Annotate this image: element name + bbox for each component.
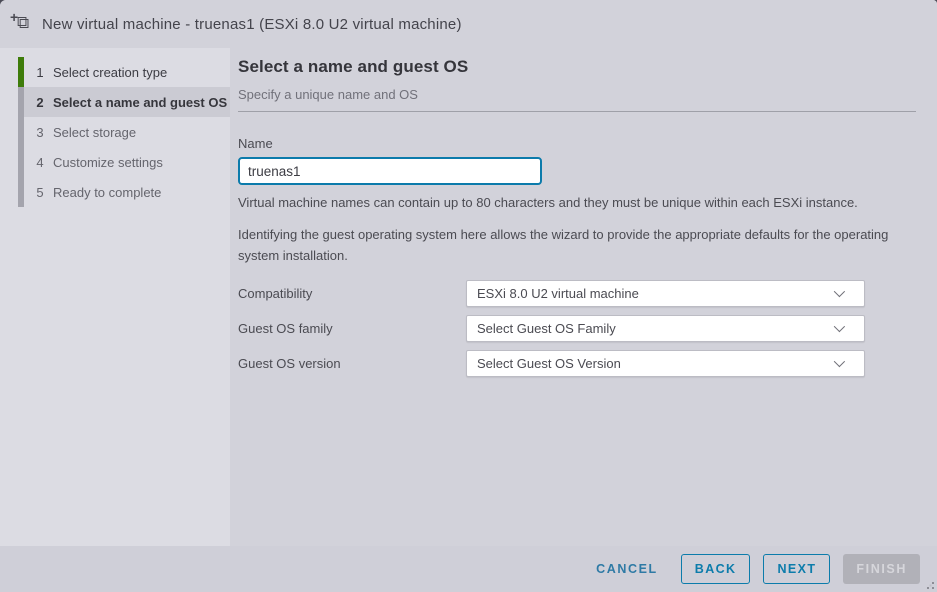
step-customize-settings[interactable]: 4 Customize settings: [18, 147, 230, 177]
compatibility-selected-value: ESXi 8.0 U2 virtual machine: [477, 286, 834, 301]
name-help-text: Virtual machine names can contain up to …: [238, 195, 916, 210]
name-field-label: Name: [238, 136, 916, 151]
step-label: Customize settings: [53, 155, 163, 170]
step-ready-to-complete[interactable]: 5 Ready to complete: [18, 177, 230, 207]
back-button[interactable]: BACK: [681, 554, 751, 584]
chevron-down-icon: [834, 286, 845, 297]
compatibility-label: Compatibility: [238, 286, 466, 301]
guest-os-family-select[interactable]: Select Guest OS Family: [466, 315, 865, 342]
new-vm-icon-boxes: ⧉: [17, 14, 29, 31]
guest-os-family-label: Guest OS family: [238, 321, 466, 336]
guest-os-version-row: Guest OS version Select Guest OS Version: [238, 350, 916, 377]
step-number: 5: [30, 185, 50, 200]
guest-os-family-selected-value: Select Guest OS Family: [477, 321, 834, 336]
chevron-down-icon: [834, 321, 845, 332]
page-subtitle: Specify a unique name and OS: [238, 87, 916, 102]
header-divider: [238, 111, 916, 112]
new-vm-icon: + ⧉: [10, 13, 36, 35]
new-vm-wizard-dialog: + ⧉ New virtual machine - truenas1 (ESXi…: [0, 0, 937, 592]
compatibility-select[interactable]: ESXi 8.0 U2 virtual machine: [466, 280, 865, 307]
step-select-name-guest-os[interactable]: 2 Select a name and guest OS: [18, 87, 230, 117]
next-button[interactable]: NEXT: [763, 554, 830, 584]
guest-os-version-selected-value: Select Guest OS Version: [477, 356, 834, 371]
step-number: 2: [30, 95, 50, 110]
vm-name-input[interactable]: [238, 157, 542, 185]
guest-os-family-row: Guest OS family Select Guest OS Family: [238, 315, 916, 342]
step-number: 4: [30, 155, 50, 170]
step-label: Ready to complete: [53, 185, 161, 200]
resize-grip[interactable]: [932, 587, 934, 589]
finish-button: FINISH: [843, 554, 920, 584]
guest-os-version-label: Guest OS version: [238, 356, 466, 371]
step-label: Select creation type: [53, 65, 167, 80]
step-select-creation-type[interactable]: 1 Select creation type: [18, 57, 230, 87]
cancel-button[interactable]: CANCEL: [586, 554, 668, 584]
guest-os-version-select[interactable]: Select Guest OS Version: [466, 350, 865, 377]
wizard-steps-sidebar: 1 Select creation type 2 Select a name a…: [0, 48, 230, 546]
wizard-footer: CANCEL BACK NEXT FINISH: [0, 546, 937, 592]
dialog-title: New virtual machine - truenas1 (ESXi 8.0…: [42, 16, 462, 33]
step-label: Select a name and guest OS: [53, 95, 227, 110]
compatibility-row: Compatibility ESXi 8.0 U2 virtual machin…: [238, 280, 916, 307]
chevron-down-icon: [834, 356, 845, 367]
step-select-storage[interactable]: 3 Select storage: [18, 117, 230, 147]
step-number: 1: [30, 65, 50, 80]
wizard-page-content: Select a name and guest OS Specify a uni…: [230, 48, 937, 546]
step-label: Select storage: [53, 125, 136, 140]
page-title: Select a name and guest OS: [238, 57, 916, 77]
dialog-title-bar: + ⧉ New virtual machine - truenas1 (ESXi…: [0, 0, 937, 48]
guest-os-intro-text: Identifying the guest operating system h…: [238, 224, 916, 267]
step-number: 3: [30, 125, 50, 140]
